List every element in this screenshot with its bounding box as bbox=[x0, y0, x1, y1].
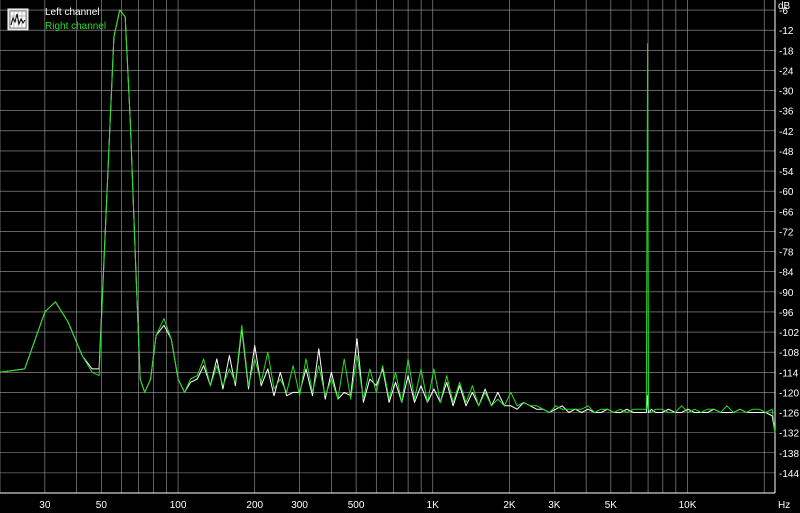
y-tick-label: -24 bbox=[779, 66, 794, 77]
x-tick-label: 2K bbox=[503, 500, 516, 511]
y-tick-label: -48 bbox=[779, 147, 794, 158]
y-tick-label: -120 bbox=[779, 388, 799, 399]
y-tick-label: -132 bbox=[779, 429, 799, 440]
y-tick-label: -36 bbox=[779, 107, 794, 118]
x-tick-label: 3K bbox=[548, 500, 561, 511]
x-tick-label: 200 bbox=[246, 500, 263, 511]
x-tick-label: 50 bbox=[96, 500, 108, 511]
y-tick-label: -102 bbox=[779, 328, 799, 339]
x-tick-label: 100 bbox=[170, 500, 187, 511]
y-tick-label: -30 bbox=[779, 87, 794, 98]
y-tick-label: -138 bbox=[779, 449, 799, 460]
plot-background bbox=[0, 0, 800, 513]
y-tick-label: -60 bbox=[779, 187, 794, 198]
spectrum-chart: 30 50 100 200 300 500 1K 2K 3K 5K 10K -6-12-18-24-… bbox=[0, 0, 800, 513]
y-axis-unit: dB bbox=[778, 1, 791, 12]
y-tick-label: -90 bbox=[779, 288, 794, 299]
x-axis-unit: Hz bbox=[778, 500, 790, 511]
y-tick-label: -84 bbox=[779, 268, 794, 279]
y-tick-label: -126 bbox=[779, 409, 799, 420]
y-tick-label: -114 bbox=[779, 368, 799, 379]
x-tick-label: 500 bbox=[348, 500, 365, 511]
y-tick-label: -18 bbox=[779, 46, 794, 57]
x-tick-label: 10K bbox=[679, 500, 697, 511]
y-tick-label: -108 bbox=[779, 348, 799, 359]
y-tick-label: -144 bbox=[779, 469, 799, 480]
y-tick-label: -72 bbox=[779, 227, 794, 238]
y-tick-label: -78 bbox=[779, 248, 794, 259]
x-tick-label: 1K bbox=[427, 500, 440, 511]
x-tick-label: 30 bbox=[39, 500, 51, 511]
x-tick-label: 5K bbox=[605, 500, 618, 511]
x-tick-label: 300 bbox=[291, 500, 308, 511]
legend-right-channel: Right channel bbox=[45, 21, 106, 32]
y-tick-label: -66 bbox=[779, 207, 794, 218]
legend-left-channel: Left channel bbox=[45, 7, 100, 18]
y-tick-label: -12 bbox=[779, 26, 794, 37]
y-tick-label: -54 bbox=[779, 167, 794, 178]
y-tick-label: -42 bbox=[779, 127, 794, 138]
y-tick-label: -96 bbox=[779, 308, 794, 319]
spectrum-analyzer-icon bbox=[7, 8, 29, 31]
